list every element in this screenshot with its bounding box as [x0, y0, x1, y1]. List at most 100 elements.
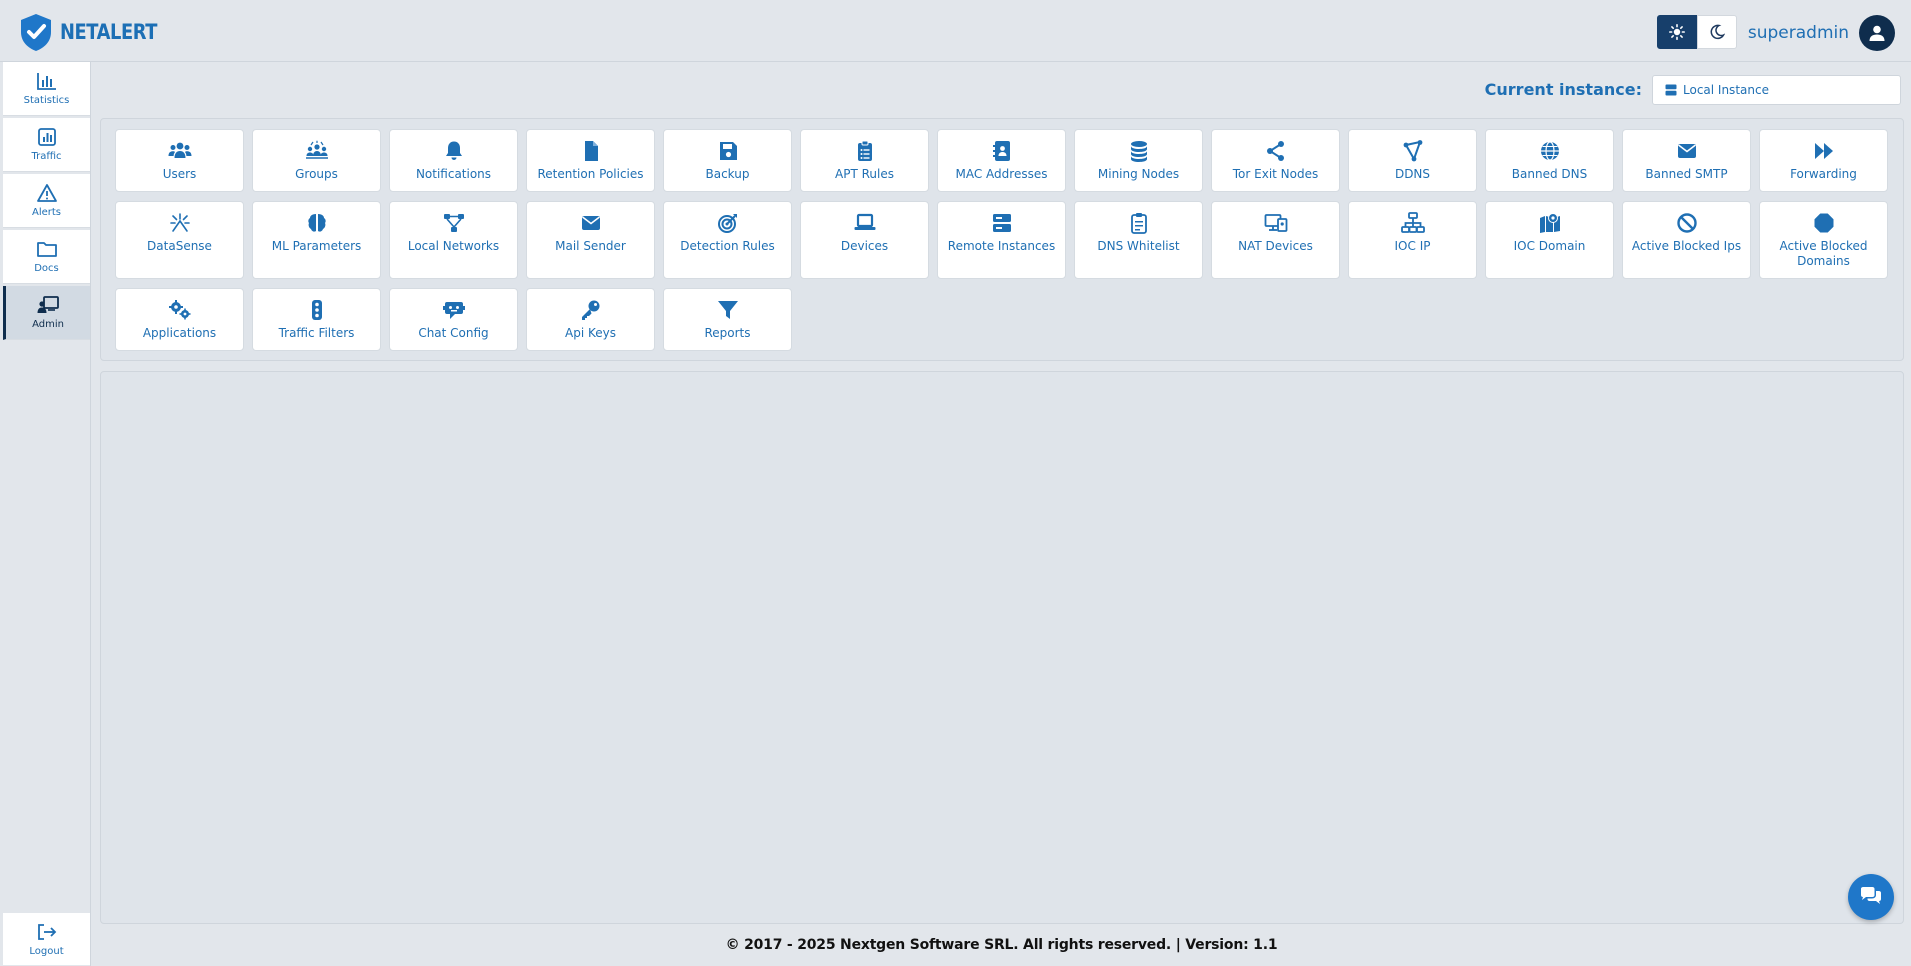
- tile-backup[interactable]: Backup: [663, 129, 792, 192]
- tile-label: Retention Policies: [537, 167, 644, 181]
- tile-ddns[interactable]: DDNS: [1348, 129, 1477, 192]
- footer-text: © 2017 - 2025 Nextgen Software SRL. All …: [725, 937, 1278, 953]
- logout-button[interactable]: Logout: [3, 913, 90, 965]
- tile-label: Notifications: [415, 167, 492, 181]
- tile-groups[interactable]: Groups: [252, 129, 381, 192]
- devices-icon: [1264, 214, 1287, 232]
- sidebar: Statistics Traffic Alerts Docs Admin Log…: [0, 62, 91, 966]
- ddns-icon: [1403, 140, 1422, 162]
- network-icon: [443, 214, 464, 232]
- tile-label: Mining Nodes: [1097, 167, 1180, 181]
- tile-mail-sender[interactable]: Mail Sender: [526, 201, 655, 279]
- tile-label: Users: [162, 167, 197, 181]
- tile-devices[interactable]: Devices: [800, 201, 929, 279]
- file-icon: [584, 141, 598, 161]
- tile-local-networks[interactable]: Local Networks: [389, 201, 518, 279]
- target-icon: [717, 214, 737, 233]
- globe-icon: [1540, 141, 1559, 161]
- tile-applications[interactable]: Applications: [115, 288, 244, 351]
- tile-apt-rules[interactable]: APT Rules: [800, 129, 929, 192]
- chat-button[interactable]: [1848, 874, 1894, 920]
- tile-label: Backup: [705, 167, 750, 181]
- tile-label: Reports: [704, 326, 751, 340]
- comments-icon: [1861, 887, 1881, 904]
- tile-dns-whitelist[interactable]: DNS Whitelist: [1074, 201, 1203, 279]
- instance-label: Current instance:: [1484, 80, 1642, 99]
- save-icon: [719, 142, 737, 160]
- brand-name: NETALERT: [60, 20, 158, 44]
- tile-active-blocked-ips[interactable]: Active Blocked Ips: [1622, 201, 1751, 279]
- tile-label: NAT Devices: [1238, 239, 1313, 253]
- traffic-light-icon: [311, 300, 322, 320]
- tile-banned-smtp[interactable]: Banned SMTP: [1622, 129, 1751, 192]
- dark-theme-button[interactable]: [1697, 15, 1737, 49]
- tile-notifications[interactable]: Notifications: [389, 129, 518, 192]
- sidebar-item-traffic[interactable]: Traffic: [3, 118, 90, 172]
- theme-toggle: [1657, 15, 1737, 49]
- forward-icon: [1814, 143, 1833, 159]
- groups-icon: [305, 140, 328, 159]
- username[interactable]: superadmin: [1748, 23, 1849, 43]
- tile-label: Banned DNS: [1511, 167, 1588, 181]
- sidebar-item-statistics[interactable]: Statistics: [3, 62, 90, 116]
- sidebar-item-label: Alerts: [31, 207, 61, 218]
- admin-icon: [37, 296, 59, 313]
- tile-chat-config[interactable]: Chat Config: [389, 288, 518, 351]
- tile-traffic-filters[interactable]: Traffic Filters: [252, 288, 381, 351]
- brand-logo[interactable]: NETALERT: [18, 12, 174, 52]
- tile-active-blocked-domains[interactable]: Active Blocked Domains: [1759, 201, 1888, 279]
- server-icon: [1665, 84, 1677, 96]
- footer: © 2017 - 2025 Nextgen Software SRL. All …: [92, 924, 1911, 966]
- tile-forwarding[interactable]: Forwarding: [1759, 129, 1888, 192]
- tile-banned-dns[interactable]: Banned DNS: [1485, 129, 1614, 192]
- tile-label: Forwarding: [1790, 167, 1857, 181]
- instance-selected-value: Local Instance: [1683, 83, 1769, 97]
- tile-reports[interactable]: Reports: [663, 288, 792, 351]
- stop-icon: [1814, 213, 1833, 233]
- share-nodes-icon: [1266, 141, 1284, 161]
- tile-remote-instances[interactable]: Remote Instances: [937, 201, 1066, 279]
- admin-tiles-panel: Users Groups Notifications Retention Pol…: [100, 118, 1904, 361]
- light-theme-button[interactable]: [1657, 15, 1697, 49]
- ban-icon: [1676, 213, 1697, 233]
- folder-icon: [36, 242, 57, 257]
- sidebar-item-admin[interactable]: Admin: [3, 286, 90, 340]
- clipboard-check-icon: [1130, 213, 1147, 234]
- tile-nat-devices[interactable]: NAT Devices: [1211, 201, 1340, 279]
- sparkle-icon: [169, 213, 190, 232]
- tile-tor-exit-nodes[interactable]: Tor Exit Nodes: [1211, 129, 1340, 192]
- tile-label: Applications: [142, 326, 217, 340]
- chart-icon: [36, 73, 56, 90]
- logout-label: Logout: [29, 945, 64, 957]
- tile-ioc-domain[interactable]: IOC Domain: [1485, 201, 1614, 279]
- sidebar-item-label: Admin: [32, 319, 64, 330]
- sidebar-item-label: Statistics: [23, 95, 70, 106]
- tile-mining-nodes[interactable]: Mining Nodes: [1074, 129, 1203, 192]
- tile-detection-rules[interactable]: Detection Rules: [663, 201, 792, 279]
- tile-ml-parameters[interactable]: ML Parameters: [252, 201, 381, 279]
- moon-icon: [1710, 24, 1725, 40]
- tile-mac-addresses[interactable]: MAC Addresses: [937, 129, 1066, 192]
- tile-users[interactable]: Users: [115, 129, 244, 192]
- tile-label: Remote Instances: [947, 239, 1056, 253]
- user-menu[interactable]: superadmin: [1748, 15, 1895, 51]
- tile-label: Devices: [840, 239, 889, 253]
- tile-retention-policies[interactable]: Retention Policies: [526, 129, 655, 192]
- sidebar-item-alerts[interactable]: Alerts: [3, 174, 90, 228]
- tile-label: DDNS: [1394, 167, 1431, 181]
- tile-api-keys[interactable]: Api Keys: [526, 288, 655, 351]
- tile-ioc-ip[interactable]: IOC IP: [1348, 201, 1477, 279]
- tile-label: MAC Addresses: [955, 167, 1048, 181]
- top-bar: NETALERT superadmin: [0, 0, 1911, 62]
- sidebar-item-docs[interactable]: Docs: [3, 230, 90, 284]
- sitemap-icon: [1400, 212, 1425, 233]
- users-icon: [168, 142, 191, 158]
- instance-select[interactable]: Local Instance: [1652, 75, 1901, 105]
- tile-label: Api Keys: [565, 326, 616, 340]
- content-area: [100, 371, 1904, 924]
- tile-datasense[interactable]: DataSense: [115, 201, 244, 279]
- envelope-icon: [1677, 144, 1696, 158]
- address-book-icon: [992, 141, 1010, 161]
- avatar[interactable]: [1859, 15, 1895, 51]
- key-icon: [581, 300, 599, 320]
